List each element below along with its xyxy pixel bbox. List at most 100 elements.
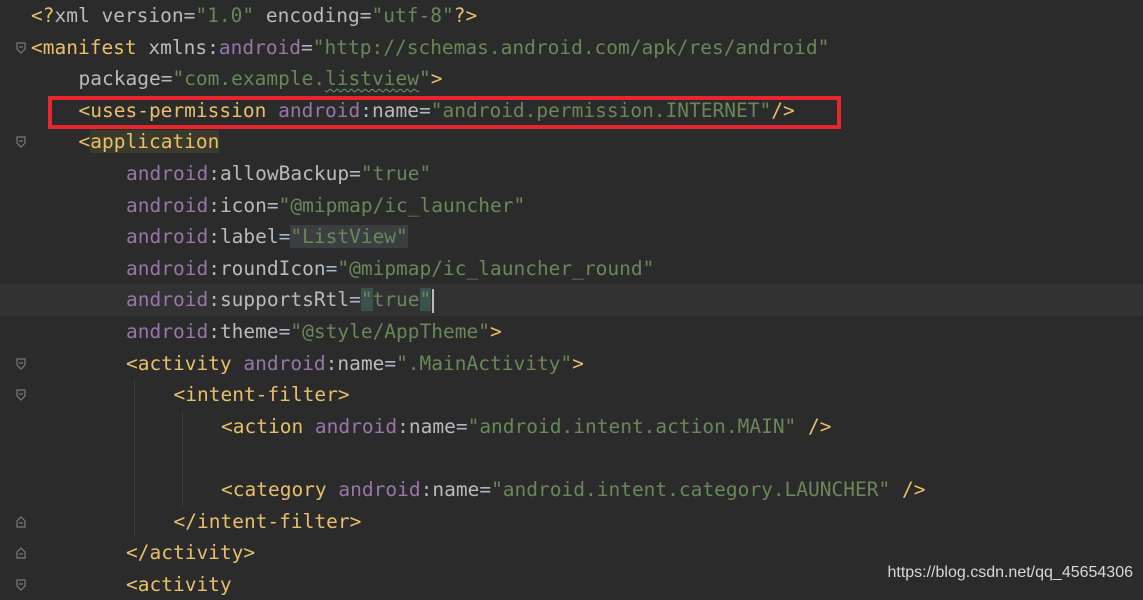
code-line[interactable]: <intent-filter> [0,379,1143,411]
code-token: android [126,288,209,312]
code-line[interactable] [0,442,1143,474]
code-token: theme [219,320,279,343]
code-token: " [418,67,431,91]
code-line-text: <application [79,126,220,158]
code-token: "true" [360,162,432,185]
fold-close-icon[interactable] [16,547,26,559]
code-line-text: <activity android:name=".MainActivity"> [126,348,584,380]
code-token: application [90,130,220,154]
code-token: <intent-filter> [173,383,350,407]
code-token: = [325,256,338,280]
code-token: </activity> [126,541,256,565]
code-token: > [572,351,584,375]
highlight-annotation-box [48,96,841,129]
code-token: package [78,67,161,91]
code-token: label [219,225,279,249]
code-token: : [397,414,409,438]
code-line[interactable]: android:allowBackup="true" [0,158,1143,190]
code-token: name [432,478,480,501]
code-line-text: <?xml version="1.0" encoding="utf-8"?> [31,0,477,32]
code-line-text: android:label="ListView" [126,221,408,253]
fold-open-icon[interactable] [16,136,26,149]
code-token: ".MainActivity" [396,351,573,375]
code-token: = [301,35,313,59]
code-token: = [349,162,361,185]
code-token: : [420,478,433,501]
code-token: "com.example. [172,67,326,91]
code-token: xmlns: [148,35,219,59]
code-token: = [455,414,468,438]
code-line-text: <manifest xmlns:android="http://schemas.… [31,32,829,64]
code-token: supportsRtl [219,288,350,312]
code-token: xml [54,4,102,27]
code-token: </intent-filter> [173,509,362,533]
code-line-text: <activity [126,569,232,600]
code-token: : [325,351,338,375]
code-token: "android.intent.action.MAIN" [467,414,797,438]
code-line-text: android:supportsRtl="true" [126,284,435,316]
code-token: < [78,130,91,154]
code-token: = [160,67,173,91]
code-line[interactable]: android:roundIcon="@mipmap/ic_launcher_r… [0,253,1143,285]
code-line[interactable]: package="com.example.listview"> [0,63,1143,95]
code-line[interactable]: android:theme="@style/AppTheme"> [0,316,1143,348]
code-token: <activity [126,351,244,375]
code-token: android [314,414,398,438]
code-token: = [479,478,492,501]
code-line[interactable]: </intent-filter> [0,506,1143,538]
code-token: true [372,288,420,312]
code-token: " [419,288,432,312]
fold-close-icon[interactable] [16,515,26,528]
code-token: android [126,162,209,185]
code-line[interactable]: <?xml version="1.0" encoding="utf-8"?> [0,0,1143,32]
code-token: "1.0" [195,4,255,27]
code-token: " [360,288,373,312]
code-token: <manifest [31,35,149,59]
code-line-text: android:theme="@style/AppTheme"> [126,316,502,348]
code-line[interactable]: <activity android:name=".MainActivity"> [0,348,1143,380]
code-token: name [408,414,456,438]
code-token: android [126,193,209,217]
code-token: android [243,351,326,375]
fold-open-icon[interactable] [16,41,26,54]
code-token: "http://schemas.android.com/apk/res/andr… [312,35,830,59]
code-token: : [208,256,220,280]
code-token: "@style/AppTheme" [290,320,490,343]
code-token: android [126,256,209,280]
code-line[interactable]: <category android:name="android.intent.c… [0,474,1143,506]
code-token: <activity [126,572,232,596]
code-line-text: </intent-filter> [174,506,362,538]
code-line[interactable]: <action android:name="android.intent.act… [0,411,1143,443]
code-token: > [489,320,502,343]
code-token: : [208,225,220,249]
code-line[interactable]: <application [0,126,1143,158]
code-token: = [278,320,291,343]
code-line-text: <action android:name="android.intent.act… [221,411,832,443]
code-line-text: <category android:name="android.intent.c… [221,474,925,506]
code-token: android [338,478,421,501]
code-token: android [218,35,302,59]
code-line[interactable]: android:icon="@mipmap/ic_launcher" [0,190,1143,222]
code-token: name [337,351,385,375]
code-token: <category [221,478,339,501]
code-token: "android.intent.category.LAUNCHER" [491,478,891,501]
code-line-text: <intent-filter> [174,379,350,411]
code-token: "utf-8" [371,4,454,27]
code-line[interactable]: android:supportsRtl="true" [0,284,1143,316]
code-line[interactable]: <manifest xmlns:android="http://schemas.… [0,32,1143,64]
code-token: = [266,193,279,217]
fold-open-icon[interactable] [16,357,26,370]
code-line-text: package="com.example.listview"> [79,63,443,95]
code-token: ?> [453,4,478,27]
code-token: = [183,4,196,27]
code-editor[interactable]: <?xml version="1.0" encoding="utf-8"?> <m… [0,0,1143,596]
watermark-text: https://blog.csdn.net/qq_45654306 [887,564,1133,581]
fold-open-icon[interactable] [16,389,26,402]
code-token: icon [219,193,267,217]
code-token: = [349,288,361,312]
code-token: android [126,320,209,343]
fold-open-icon[interactable] [16,579,26,591]
code-token: : [208,162,220,185]
code-line[interactable]: android:label="ListView" [0,221,1143,253]
